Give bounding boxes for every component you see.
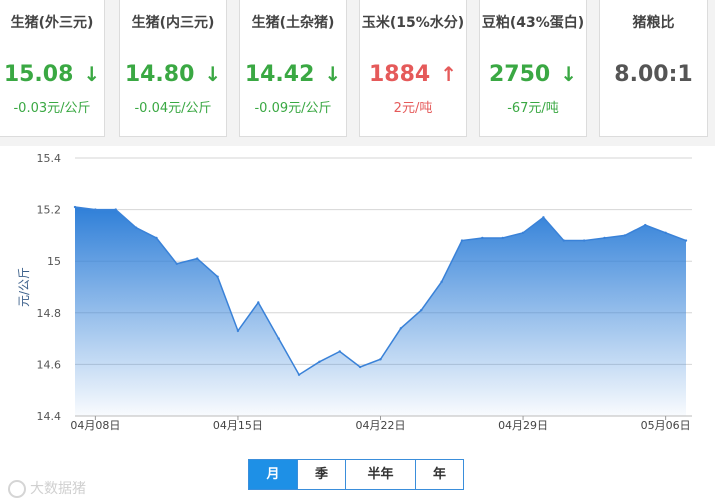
price-card-pig-inner[interactable]: 生猪(内三元) 14.80 ↓ -0.04元/公斤 [119,0,227,137]
data-point [460,239,464,242]
data-point [644,223,647,227]
card-change: -0.03元/公斤 [0,97,104,116]
data-point [420,309,423,312]
card-value-number: 15.08 [3,62,74,87]
data-point [440,280,443,284]
card-change-text: -67元/吨 [507,101,559,116]
arrow-down-icon: ↓ [204,62,222,86]
card-value: 14.42 ↓ [240,62,346,87]
card-title: 生猪(外三元) [10,15,94,31]
data-point [338,350,341,353]
card-change-text: -0.04元/公斤 [134,101,212,116]
data-point [257,301,260,304]
card-change-text: -0.09元/公斤 [254,101,332,116]
data-point [521,231,525,235]
card-title: 猪粮比 [632,15,675,31]
card-change: 2元/吨 [360,97,466,116]
data-point [175,262,179,265]
data-point [623,234,627,237]
data-point [318,360,321,364]
card-value-number: 14.80 [124,62,195,87]
x-tick-label: 05月06日 [641,419,691,432]
x-tick-label: 04月29日 [498,419,548,432]
price-card-pig-grain-ratio[interactable]: 猪粮比 8.00:1 [599,0,708,137]
y-tick-label: 15.4 [37,152,62,165]
data-point [582,239,586,242]
data-point [481,236,484,240]
data-point [114,208,117,211]
period-tabs: 月 季 半年 年 [248,459,464,490]
card-value: 1884 ↑ [360,62,466,87]
price-area-chart: 14.4 14.6 14.8 15 15.2 15.4 04月08日 04月15日 04月22日… [17,152,692,432]
price-cards: 生猪(外三元) 15.08 ↓ -0.03元/公斤 生猪(内三元) 14.80 ↓ … [0,0,715,146]
data-point [379,358,382,361]
card-value-number: 14.42 [244,62,315,87]
arrow-down-icon: ↓ [560,62,577,86]
card-title: 生猪(土杂猪) [251,15,335,31]
data-point [155,236,158,240]
y-tick-label: 14.6 [37,358,62,371]
chart-panel: 14.4 14.6 14.8 15 15.2 15.4 04月08日 04月15日 04月22日… [0,146,715,502]
card-change: -67元/吨 [480,97,586,116]
data-point [94,208,97,211]
watermark: 大数据猪 [8,478,86,498]
x-tick-label: 04月22日 [356,419,406,432]
watermark-text: 大数据猪 [30,481,86,497]
tab-half-year[interactable]: 半年 [345,460,415,489]
data-point [664,231,667,235]
arrow-down-icon: ↓ [324,62,342,86]
card-value: 2750 ↓ [480,62,586,87]
data-point [562,239,565,242]
y-axis-label: 元/公斤 [17,267,31,307]
y-tick-label: 15.2 [37,204,62,217]
card-value-number: 2750 [489,62,551,87]
card-change: -0.09元/公斤 [240,97,346,116]
price-card-pig-local[interactable]: 生猪(土杂猪) 14.42 ↓ -0.09元/公斤 [239,0,347,137]
data-point [684,239,688,242]
data-point [542,216,545,219]
card-value-number: 1884 [369,62,431,87]
series-area [75,207,686,416]
card-title: 生猪(内三元) [131,15,215,31]
card-title: 豆粕(43%蛋白) [481,15,585,31]
arrow-down-icon: ↓ [83,62,101,86]
data-point [399,327,403,330]
card-title: 玉米(15%水分) [361,15,465,31]
data-point [277,337,280,340]
price-card-corn[interactable]: 玉米(15%水分) 1884 ↑ 2元/吨 [359,0,467,137]
card-change: -0.04元/公斤 [120,97,226,116]
tab-quarter[interactable]: 季 [297,460,345,489]
price-card-soymeal[interactable]: 豆粕(43%蛋白) 2750 ↓ -67元/吨 [479,0,587,137]
data-point [358,365,362,369]
data-point [236,329,240,333]
y-tick-label: 15 [47,255,61,268]
x-tick-label: 04月15日 [213,419,263,432]
price-card-pig-outer[interactable]: 生猪(外三元) 15.08 ↓ -0.03元/公斤 [0,0,105,137]
tab-year[interactable]: 年 [415,460,463,489]
tab-month[interactable]: 月 [249,460,297,489]
card-value: 14.80 ↓ [120,62,226,87]
arrow-up-icon: ↑ [440,62,457,86]
x-tick-label: 04月08日 [70,419,120,432]
card-value-number: 8.00:1 [614,62,693,87]
watermark-logo-icon [8,480,26,498]
card-change-text: -0.03元/公斤 [13,101,91,116]
card-value: 8.00:1 [600,62,707,87]
y-tick-label: 14.8 [37,307,62,320]
card-value: 15.08 ↓ [0,62,104,87]
data-point [297,373,301,376]
data-point [501,236,504,240]
y-tick-label: 14.4 [37,410,62,423]
data-point [73,205,77,209]
data-point [603,236,606,240]
data-point [216,275,219,278]
data-point [196,257,199,260]
card-change-text: 2元/吨 [393,101,433,116]
data-point [134,226,138,229]
